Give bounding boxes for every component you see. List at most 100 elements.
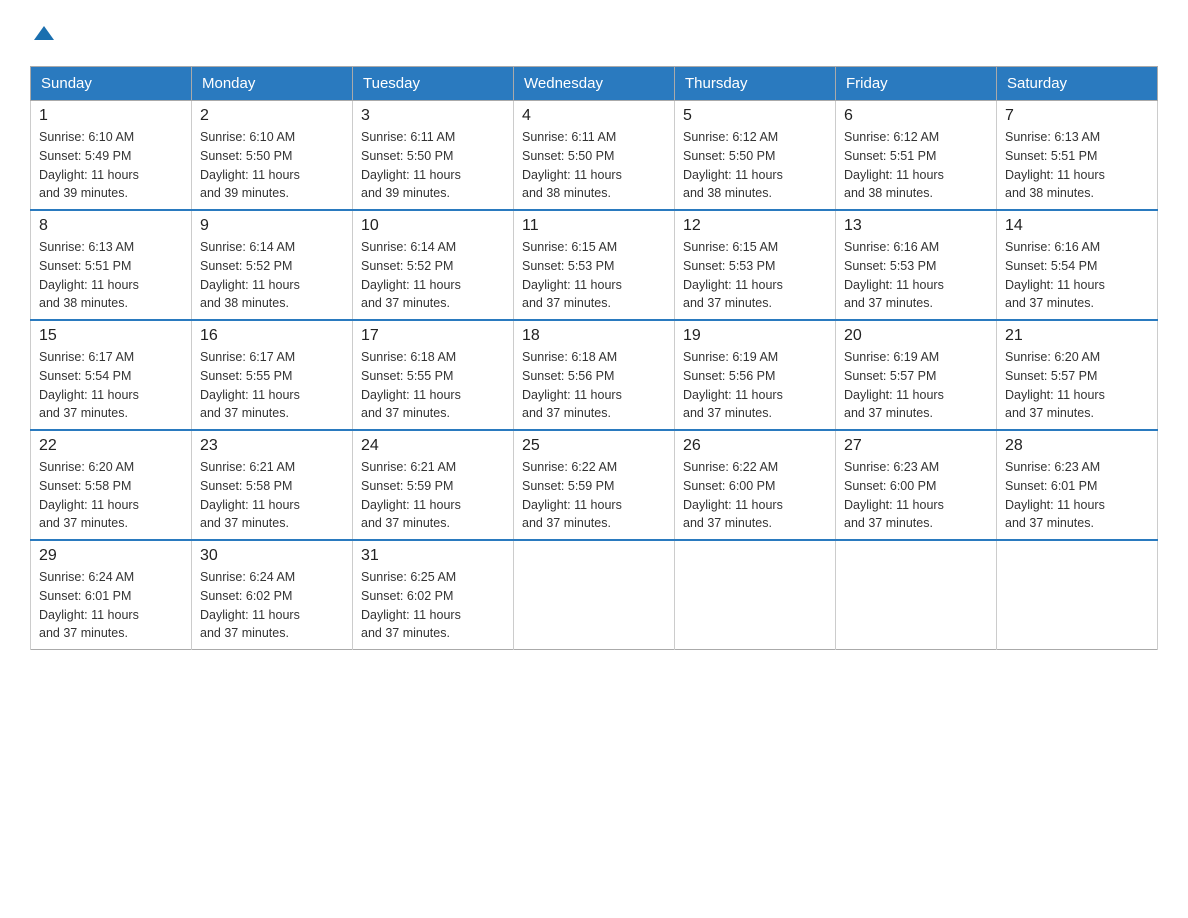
day-cell <box>514 540 675 650</box>
day-number: 22 <box>39 437 183 455</box>
day-info: Sunrise: 6:23 AM Sunset: 6:00 PM Dayligh… <box>844 458 988 533</box>
day-info: Sunrise: 6:10 AM Sunset: 5:49 PM Dayligh… <box>39 128 183 203</box>
header-cell-wednesday: Wednesday <box>514 67 675 101</box>
day-number: 4 <box>522 107 666 125</box>
day-number: 15 <box>39 327 183 345</box>
day-number: 23 <box>200 437 344 455</box>
day-info: Sunrise: 6:15 AM Sunset: 5:53 PM Dayligh… <box>683 238 827 313</box>
day-info: Sunrise: 6:16 AM Sunset: 5:53 PM Dayligh… <box>844 238 988 313</box>
header-cell-monday: Monday <box>192 67 353 101</box>
day-cell: 22 Sunrise: 6:20 AM Sunset: 5:58 PM Dayl… <box>31 430 192 540</box>
day-number: 28 <box>1005 437 1149 455</box>
day-cell: 30 Sunrise: 6:24 AM Sunset: 6:02 PM Dayl… <box>192 540 353 650</box>
day-number: 25 <box>522 437 666 455</box>
day-number: 14 <box>1005 217 1149 235</box>
day-number: 5 <box>683 107 827 125</box>
day-info: Sunrise: 6:17 AM Sunset: 5:54 PM Dayligh… <box>39 348 183 423</box>
day-cell: 5 Sunrise: 6:12 AM Sunset: 5:50 PM Dayli… <box>675 101 836 211</box>
day-number: 13 <box>844 217 988 235</box>
day-info: Sunrise: 6:13 AM Sunset: 5:51 PM Dayligh… <box>39 238 183 313</box>
day-cell: 12 Sunrise: 6:15 AM Sunset: 5:53 PM Dayl… <box>675 210 836 320</box>
day-info: Sunrise: 6:18 AM Sunset: 5:56 PM Dayligh… <box>522 348 666 423</box>
day-info: Sunrise: 6:14 AM Sunset: 5:52 PM Dayligh… <box>200 238 344 313</box>
day-cell: 20 Sunrise: 6:19 AM Sunset: 5:57 PM Dayl… <box>836 320 997 430</box>
day-cell: 3 Sunrise: 6:11 AM Sunset: 5:50 PM Dayli… <box>353 101 514 211</box>
header-cell-tuesday: Tuesday <box>353 67 514 101</box>
day-number: 26 <box>683 437 827 455</box>
day-info: Sunrise: 6:13 AM Sunset: 5:51 PM Dayligh… <box>1005 128 1149 203</box>
day-cell: 23 Sunrise: 6:21 AM Sunset: 5:58 PM Dayl… <box>192 430 353 540</box>
day-info: Sunrise: 6:12 AM Sunset: 5:50 PM Dayligh… <box>683 128 827 203</box>
day-number: 11 <box>522 217 666 235</box>
day-number: 17 <box>361 327 505 345</box>
day-cell: 27 Sunrise: 6:23 AM Sunset: 6:00 PM Dayl… <box>836 430 997 540</box>
day-info: Sunrise: 6:22 AM Sunset: 5:59 PM Dayligh… <box>522 458 666 533</box>
day-number: 1 <box>39 107 183 125</box>
day-cell: 16 Sunrise: 6:17 AM Sunset: 5:55 PM Dayl… <box>192 320 353 430</box>
day-cell <box>675 540 836 650</box>
day-info: Sunrise: 6:21 AM Sunset: 5:59 PM Dayligh… <box>361 458 505 533</box>
day-number: 12 <box>683 217 827 235</box>
day-info: Sunrise: 6:19 AM Sunset: 5:56 PM Dayligh… <box>683 348 827 423</box>
day-number: 7 <box>1005 107 1149 125</box>
logo <box>30 20 58 48</box>
day-cell <box>836 540 997 650</box>
day-cell: 2 Sunrise: 6:10 AM Sunset: 5:50 PM Dayli… <box>192 101 353 211</box>
header-cell-saturday: Saturday <box>997 67 1158 101</box>
day-cell: 6 Sunrise: 6:12 AM Sunset: 5:51 PM Dayli… <box>836 101 997 211</box>
day-info: Sunrise: 6:23 AM Sunset: 6:01 PM Dayligh… <box>1005 458 1149 533</box>
day-cell: 31 Sunrise: 6:25 AM Sunset: 6:02 PM Dayl… <box>353 540 514 650</box>
day-number: 24 <box>361 437 505 455</box>
day-info: Sunrise: 6:11 AM Sunset: 5:50 PM Dayligh… <box>361 128 505 203</box>
day-number: 3 <box>361 107 505 125</box>
day-info: Sunrise: 6:11 AM Sunset: 5:50 PM Dayligh… <box>522 128 666 203</box>
day-number: 30 <box>200 547 344 565</box>
header-row: SundayMondayTuesdayWednesdayThursdayFrid… <box>31 67 1158 101</box>
day-number: 20 <box>844 327 988 345</box>
day-info: Sunrise: 6:12 AM Sunset: 5:51 PM Dayligh… <box>844 128 988 203</box>
day-cell: 8 Sunrise: 6:13 AM Sunset: 5:51 PM Dayli… <box>31 210 192 320</box>
day-cell <box>997 540 1158 650</box>
week-row-5: 29 Sunrise: 6:24 AM Sunset: 6:01 PM Dayl… <box>31 540 1158 650</box>
day-number: 16 <box>200 327 344 345</box>
week-row-2: 8 Sunrise: 6:13 AM Sunset: 5:51 PM Dayli… <box>31 210 1158 320</box>
day-info: Sunrise: 6:19 AM Sunset: 5:57 PM Dayligh… <box>844 348 988 423</box>
day-number: 31 <box>361 547 505 565</box>
day-info: Sunrise: 6:20 AM Sunset: 5:58 PM Dayligh… <box>39 458 183 533</box>
day-cell: 19 Sunrise: 6:19 AM Sunset: 5:56 PM Dayl… <box>675 320 836 430</box>
day-info: Sunrise: 6:10 AM Sunset: 5:50 PM Dayligh… <box>200 128 344 203</box>
day-cell: 10 Sunrise: 6:14 AM Sunset: 5:52 PM Dayl… <box>353 210 514 320</box>
week-row-3: 15 Sunrise: 6:17 AM Sunset: 5:54 PM Dayl… <box>31 320 1158 430</box>
day-cell: 14 Sunrise: 6:16 AM Sunset: 5:54 PM Dayl… <box>997 210 1158 320</box>
logo-icon <box>30 20 58 48</box>
day-number: 10 <box>361 217 505 235</box>
day-info: Sunrise: 6:25 AM Sunset: 6:02 PM Dayligh… <box>361 568 505 643</box>
day-cell: 11 Sunrise: 6:15 AM Sunset: 5:53 PM Dayl… <box>514 210 675 320</box>
day-number: 27 <box>844 437 988 455</box>
day-number: 21 <box>1005 327 1149 345</box>
week-row-1: 1 Sunrise: 6:10 AM Sunset: 5:49 PM Dayli… <box>31 101 1158 211</box>
day-info: Sunrise: 6:24 AM Sunset: 6:01 PM Dayligh… <box>39 568 183 643</box>
day-cell: 4 Sunrise: 6:11 AM Sunset: 5:50 PM Dayli… <box>514 101 675 211</box>
day-cell: 25 Sunrise: 6:22 AM Sunset: 5:59 PM Dayl… <box>514 430 675 540</box>
header-cell-friday: Friday <box>836 67 997 101</box>
day-number: 8 <box>39 217 183 235</box>
day-info: Sunrise: 6:24 AM Sunset: 6:02 PM Dayligh… <box>200 568 344 643</box>
week-row-4: 22 Sunrise: 6:20 AM Sunset: 5:58 PM Dayl… <box>31 430 1158 540</box>
day-number: 29 <box>39 547 183 565</box>
day-cell: 18 Sunrise: 6:18 AM Sunset: 5:56 PM Dayl… <box>514 320 675 430</box>
day-info: Sunrise: 6:21 AM Sunset: 5:58 PM Dayligh… <box>200 458 344 533</box>
day-number: 18 <box>522 327 666 345</box>
day-cell: 13 Sunrise: 6:16 AM Sunset: 5:53 PM Dayl… <box>836 210 997 320</box>
day-cell: 26 Sunrise: 6:22 AM Sunset: 6:00 PM Dayl… <box>675 430 836 540</box>
day-info: Sunrise: 6:17 AM Sunset: 5:55 PM Dayligh… <box>200 348 344 423</box>
day-cell: 7 Sunrise: 6:13 AM Sunset: 5:51 PM Dayli… <box>997 101 1158 211</box>
day-cell: 21 Sunrise: 6:20 AM Sunset: 5:57 PM Dayl… <box>997 320 1158 430</box>
day-number: 19 <box>683 327 827 345</box>
header-cell-sunday: Sunday <box>31 67 192 101</box>
day-cell: 17 Sunrise: 6:18 AM Sunset: 5:55 PM Dayl… <box>353 320 514 430</box>
day-info: Sunrise: 6:20 AM Sunset: 5:57 PM Dayligh… <box>1005 348 1149 423</box>
day-cell: 9 Sunrise: 6:14 AM Sunset: 5:52 PM Dayli… <box>192 210 353 320</box>
day-cell: 24 Sunrise: 6:21 AM Sunset: 5:59 PM Dayl… <box>353 430 514 540</box>
day-info: Sunrise: 6:14 AM Sunset: 5:52 PM Dayligh… <box>361 238 505 313</box>
